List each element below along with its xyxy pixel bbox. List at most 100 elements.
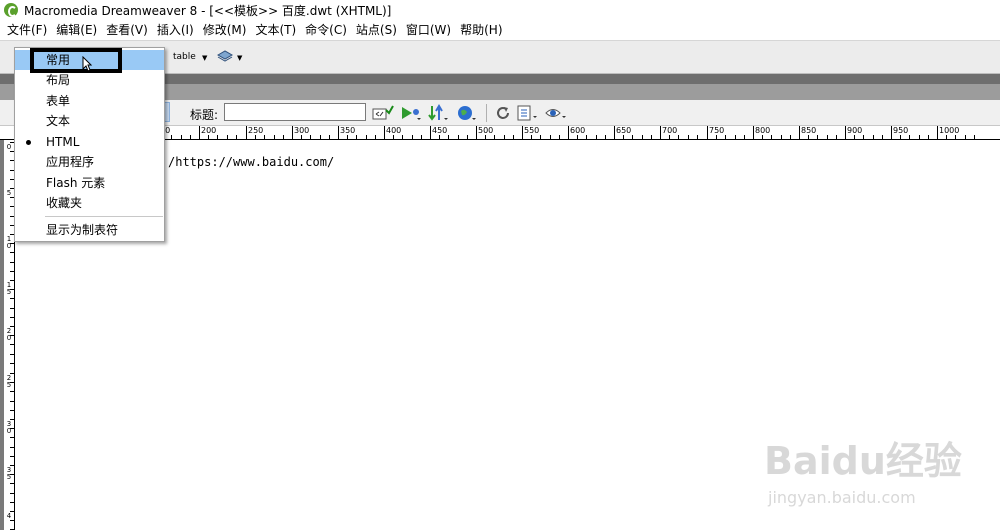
file-manage-icon[interactable] <box>428 104 450 122</box>
ruler-minor-tick <box>494 135 495 139</box>
ruler-minor-tick <box>439 135 440 139</box>
vertical-ruler-tick <box>10 511 14 512</box>
ruler-minor-tick <box>227 135 228 139</box>
view-options-icon[interactable] <box>516 104 540 122</box>
vertical-ruler-tick <box>10 391 14 392</box>
ruler-minor-tick <box>928 135 929 139</box>
chevron-down-icon[interactable]: ▼ <box>202 54 207 62</box>
annotation-highlight-box <box>30 48 122 73</box>
ruler-minor-tick <box>577 135 578 139</box>
ruler-minor-tick <box>347 135 348 139</box>
menu-window[interactable]: 窗口(W) <box>403 20 457 40</box>
vertical-ruler-tick <box>10 262 14 263</box>
ruler-minor-tick <box>688 135 689 139</box>
dropdown-item-layout[interactable]: 布局 <box>15 70 164 90</box>
ruler-minor-tick <box>448 135 449 139</box>
ruler-minor-tick <box>458 135 459 139</box>
vertical-ruler-tick <box>10 447 14 448</box>
menu-edit[interactable]: 编辑(E) <box>53 20 103 40</box>
vertical-ruler-tick <box>10 354 14 355</box>
ruler-minor-tick <box>208 135 209 139</box>
menu-file[interactable]: 文件(F) <box>4 20 53 40</box>
ruler-minor-tick <box>540 135 541 139</box>
page-title-input[interactable] <box>224 103 366 121</box>
chevron-down-icon[interactable]: ▼ <box>237 54 242 62</box>
ruler-minor-tick <box>550 135 551 139</box>
ruler-minor-tick <box>669 135 670 139</box>
vertical-ruler-tick <box>10 271 14 272</box>
ruler-minor-tick <box>955 135 956 139</box>
dropdown-item-forms[interactable]: 表单 <box>15 91 164 111</box>
ruler-minor-tick <box>632 135 633 139</box>
vertical-ruler-tick <box>10 373 14 374</box>
ruler-minor-tick <box>974 135 975 139</box>
ruler-minor-tick <box>909 135 910 139</box>
vertical-ruler-tick <box>10 474 14 475</box>
vertical-ruler-tick <box>10 326 14 327</box>
vertical-ruler-tick <box>10 437 14 438</box>
dropdown-item-html[interactable]: HTML <box>15 132 164 152</box>
vertical-ruler-tick <box>10 428 14 429</box>
ruler-minor-tick <box>873 135 874 139</box>
refresh-icon[interactable] <box>494 104 512 122</box>
visual-aids-icon[interactable] <box>544 104 568 122</box>
ruler-minor-tick <box>485 135 486 139</box>
dropdown-item-flash[interactable]: Flash 元素 <box>15 173 164 193</box>
menu-insert[interactable]: 插入(I) <box>154 20 200 40</box>
insert-table-label[interactable]: table <box>173 52 196 62</box>
code-nav-icon[interactable] <box>372 104 394 122</box>
dropdown-item-favorites[interactable]: 收藏夹 <box>15 193 164 213</box>
ruler-minor-tick <box>301 135 302 139</box>
ruler-minor-tick <box>181 135 182 139</box>
ruler-minor-tick <box>716 135 717 139</box>
preview-icon[interactable] <box>400 104 422 122</box>
ruler-minor-tick <box>863 135 864 139</box>
ruler-minor-tick <box>559 135 560 139</box>
menu-view[interactable]: 查看(V) <box>103 20 154 40</box>
globe-icon[interactable] <box>456 104 478 122</box>
ruler-minor-tick <box>467 135 468 139</box>
menu-site[interactable]: 站点(S) <box>353 20 403 40</box>
menu-help[interactable]: 帮助(H) <box>457 20 508 40</box>
vertical-ruler-tick <box>10 502 14 503</box>
ruler-minor-tick <box>900 135 901 139</box>
vertical-ruler-tick <box>10 410 14 411</box>
ruler-minor-tick <box>744 135 745 139</box>
vertical-ruler-tick <box>10 456 14 457</box>
dropdown-item-html-label: HTML <box>46 135 80 149</box>
page-title-label: 标题: <box>190 108 219 122</box>
ruler-minor-tick <box>946 135 947 139</box>
ruler-minor-tick <box>236 135 237 139</box>
dropdown-item-application[interactable]: 应用程序 <box>15 152 164 172</box>
menu-commands[interactable]: 命令(C) <box>302 20 353 40</box>
tag-chooser-icon[interactable] <box>216 49 234 63</box>
vertical-ruler-tick <box>10 520 14 521</box>
ruler-minor-tick <box>725 135 726 139</box>
vertical-ruler-tick <box>10 298 14 299</box>
ruler-minor-tick <box>283 135 284 139</box>
ruler-minor-tick <box>402 135 403 139</box>
vertical-ruler-tick <box>10 401 14 402</box>
menu-bar: 文件(F) 编辑(E) 查看(V) 插入(I) 修改(M) 文本(T) 命令(C… <box>0 20 1000 40</box>
menu-text[interactable]: 文本(T) <box>252 20 302 40</box>
menu-modify[interactable]: 修改(M) <box>200 20 253 40</box>
vertical-ruler-tick <box>10 308 14 309</box>
ruler-minor-tick <box>255 135 256 139</box>
vertical-ruler-tick <box>10 252 14 253</box>
ruler-minor-tick <box>605 135 606 139</box>
watermark-brand: Baidu经验 <box>764 439 962 483</box>
dropdown-item-show-as-tabs[interactable]: 显示为制表符 <box>15 220 164 240</box>
vertical-ruler-tick <box>10 382 14 383</box>
vertical-ruler-tick <box>10 335 14 336</box>
dropdown-item-text[interactable]: 文本 <box>15 111 164 131</box>
document-body-text[interactable]: /https://www.baidu.com/ <box>168 155 334 169</box>
toolbar-separator <box>486 104 487 122</box>
ruler-minor-tick <box>697 135 698 139</box>
ruler-minor-tick <box>817 135 818 139</box>
ruler-minor-tick <box>771 135 772 139</box>
vertical-ruler-tick <box>10 317 14 318</box>
ruler-minor-tick <box>808 135 809 139</box>
ruler-minor-tick <box>421 135 422 139</box>
ruler-minor-tick <box>504 135 505 139</box>
checked-bullet-icon <box>26 140 31 145</box>
